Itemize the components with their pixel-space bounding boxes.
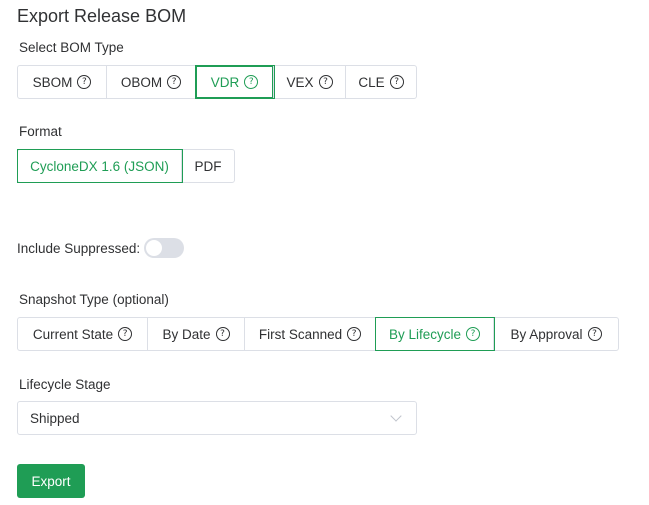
format-pdf[interactable]: PDF: [182, 150, 234, 182]
bom-type-sbom-label: SBOM: [32, 74, 73, 90]
snapshot-type-label: Snapshot Type (optional): [19, 292, 169, 307]
snapshot-by-approval[interactable]: By Approval ?: [494, 318, 618, 350]
include-suppressed-toggle[interactable]: [144, 238, 185, 258]
snapshot-by-lifecycle-label: By Lifecycle: [388, 326, 462, 342]
bom-type-obom[interactable]: OBOM ?: [107, 66, 196, 98]
chevron-down-icon: [390, 410, 402, 422]
lifecycle-stage-value: Shipped: [30, 410, 80, 426]
help-icon[interactable]: ?: [587, 327, 602, 341]
help-icon[interactable]: ?: [347, 327, 362, 341]
help-icon[interactable]: ?: [167, 75, 182, 89]
bom-type-sbom[interactable]: SBOM ?: [18, 66, 107, 98]
snapshot-type-selector: Current State ? By Date ? First Scanned …: [17, 317, 619, 351]
help-icon[interactable]: ?: [318, 75, 333, 89]
snapshot-by-approval-label: By Approval: [510, 326, 583, 342]
bom-type-vex-label: VEX: [286, 74, 314, 90]
bom-type-selector: SBOM ? OBOM ? VDR ? VEX ? CLE ?: [17, 65, 417, 99]
snapshot-first-scanned[interactable]: First Scanned ?: [245, 318, 376, 350]
bom-type-cle[interactable]: CLE ?: [346, 66, 416, 98]
help-icon[interactable]: ?: [244, 75, 259, 89]
snapshot-by-lifecycle[interactable]: By Lifecycle ?: [375, 317, 495, 351]
bom-type-label: Select BOM Type: [19, 40, 124, 55]
format-pdf-label: PDF: [194, 158, 222, 174]
snapshot-by-date[interactable]: By Date ?: [148, 318, 245, 350]
toggle-knob: [146, 240, 163, 256]
export-button[interactable]: Export: [17, 464, 85, 498]
lifecycle-stage-select[interactable]: Shipped: [17, 401, 417, 435]
snapshot-by-date-label: By Date: [162, 326, 211, 342]
help-icon[interactable]: ?: [118, 327, 133, 341]
lifecycle-stage-label: Lifecycle Stage: [19, 377, 111, 392]
snapshot-current-state[interactable]: Current State ?: [18, 318, 148, 350]
help-icon[interactable]: ?: [466, 327, 481, 341]
include-suppressed-row: Include Suppressed:: [17, 238, 185, 258]
format-selector: CycloneDX 1.6 (JSON) PDF: [17, 149, 235, 183]
include-suppressed-label: Include Suppressed:: [17, 240, 141, 256]
help-icon[interactable]: ?: [389, 75, 404, 89]
format-label: Format: [19, 124, 62, 139]
help-icon[interactable]: ?: [77, 75, 92, 89]
bom-type-vdr[interactable]: VDR ?: [196, 66, 274, 98]
snapshot-first-scanned-label: First Scanned: [258, 326, 343, 342]
bom-type-obom-label: OBOM: [120, 74, 163, 90]
bom-type-vdr-label: VDR: [210, 74, 240, 90]
help-icon[interactable]: ?: [215, 327, 230, 341]
format-cyclonedx[interactable]: CycloneDX 1.6 (JSON): [17, 149, 183, 183]
page-title: Export Release BOM: [17, 6, 187, 26]
bom-type-vex[interactable]: VEX ?: [274, 66, 346, 98]
snapshot-current-state-label: Current State: [32, 326, 114, 342]
bom-type-cle-label: CLE: [358, 74, 385, 90]
format-cyclonedx-label: CycloneDX 1.6 (JSON): [30, 158, 169, 174]
